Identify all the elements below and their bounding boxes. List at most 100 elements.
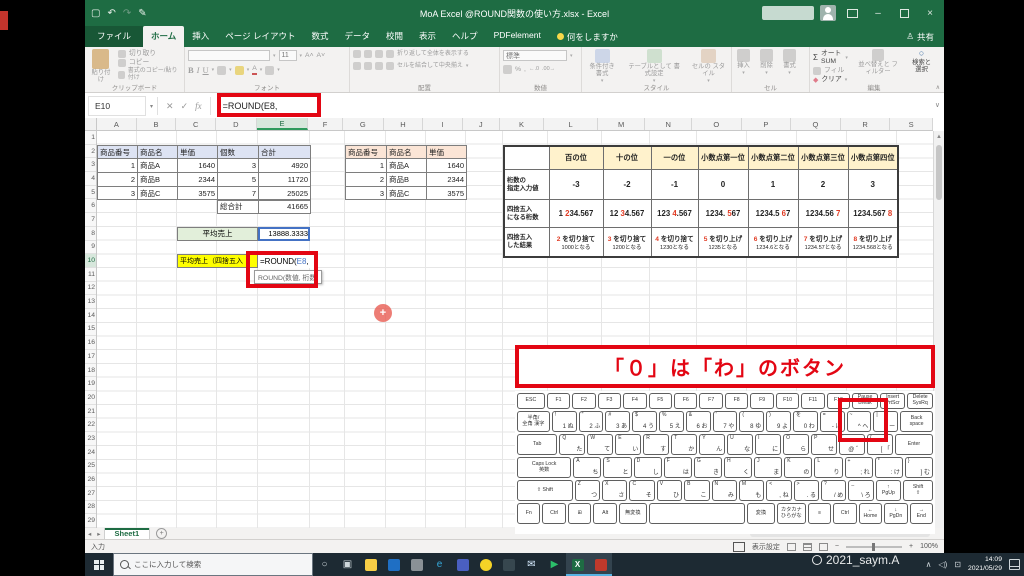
cut-button[interactable]: 切り取り — [118, 50, 181, 58]
align-center-icon[interactable] — [364, 62, 372, 70]
edge-icon[interactable]: e — [428, 553, 451, 576]
column-header-D[interactable]: D — [216, 118, 257, 130]
grow-font-icon[interactable]: A˄ — [305, 52, 314, 60]
cell-styles-button[interactable]: セルの スタイル▾ — [689, 49, 728, 84]
tab-ヘルプ[interactable]: ヘルプ — [444, 26, 486, 47]
table-row[interactable]: 1商品A164034920 — [98, 159, 311, 173]
page-layout-view-icon[interactable] — [803, 543, 812, 551]
column-header-E[interactable]: E — [257, 118, 309, 130]
recorder-app-icon[interactable] — [589, 553, 612, 576]
format-painter-button[interactable]: 書式のコピー/貼り付け — [118, 68, 181, 82]
row-header-9[interactable]: 9 — [85, 241, 96, 255]
row-header-24[interactable]: 24 — [85, 446, 96, 460]
close-button[interactable]: × — [920, 4, 940, 22]
normal-view-icon[interactable] — [787, 543, 796, 551]
tab-ホーム[interactable]: ホーム — [143, 26, 184, 47]
digit-value-cell[interactable]: -1 — [651, 170, 698, 200]
row-header-11[interactable]: 11 — [85, 268, 96, 282]
copy-button[interactable]: コピー — [118, 59, 181, 67]
row-header-17[interactable]: 17 — [85, 350, 96, 364]
tab-データ[interactable]: データ — [337, 26, 379, 47]
average-sales-label-cell[interactable]: 平均売上 — [177, 227, 258, 241]
save-icon[interactable]: ▢ — [91, 8, 100, 19]
row-header-13[interactable]: 13 — [85, 295, 96, 309]
font-name-select[interactable] — [188, 50, 270, 61]
table-header-cell[interactable]: 商品名 — [387, 145, 427, 159]
insert-cells-button[interactable]: 挿入▾ — [735, 49, 752, 76]
tab-数式[interactable]: 数式 — [303, 26, 336, 47]
tab-file[interactable]: ファイル — [85, 26, 143, 47]
round-result-cell[interactable]: 2 を切り捨て1000となる — [549, 228, 603, 257]
taskbar-clock[interactable]: 14:09 2021/05/29 — [968, 556, 1002, 573]
digit-value-cell[interactable]: 1 — [748, 170, 798, 200]
align-right-icon[interactable] — [375, 62, 383, 70]
digit-column-header[interactable]: 小数点第一位 — [698, 146, 748, 170]
percent-icon[interactable]: % — [515, 66, 521, 74]
fill-button[interactable]: フィル — [813, 67, 848, 75]
avatar[interactable] — [820, 5, 836, 21]
round-result-cell[interactable]: 4 を切り捨て1230となる — [651, 228, 698, 257]
underline-button[interactable]: U — [203, 65, 209, 75]
tab-校閲[interactable]: 校閲 — [378, 26, 411, 47]
table-row[interactable]: 2商品B2344 — [346, 173, 467, 187]
tab-挿入[interactable]: 挿入 — [184, 26, 217, 47]
font-size-select[interactable]: 11 — [279, 50, 297, 61]
find-select-button[interactable]: ○検索と 選択 — [908, 49, 935, 74]
column-header-C[interactable]: C — [176, 118, 216, 130]
tell-me-box[interactable]: 何をしますか — [549, 26, 626, 47]
row-header-4[interactable]: 4 — [85, 172, 96, 186]
store-icon[interactable] — [405, 553, 428, 576]
notification-center-icon[interactable] — [1009, 559, 1020, 570]
row-header-1[interactable]: 1 — [85, 131, 96, 145]
orientation-icon[interactable] — [386, 50, 394, 58]
align-left-icon[interactable] — [353, 62, 361, 70]
column-header-O[interactable]: O — [692, 118, 742, 130]
shrink-font-icon[interactable]: A˅ — [317, 52, 326, 60]
zoom-level[interactable]: 100% — [920, 543, 938, 550]
merge-center-button[interactable]: セルを結合して中央揃え — [397, 63, 463, 70]
table-row[interactable]: 3商品C3575 — [346, 186, 467, 200]
column-header-L[interactable]: L — [544, 118, 598, 130]
digit-value-cell[interactable]: 2 — [798, 170, 848, 200]
rounded-number-cell[interactable]: 123 4.567 — [651, 200, 698, 228]
undo-icon[interactable]: ↶ — [107, 8, 115, 19]
column-header-J[interactable]: J — [463, 118, 500, 130]
add-sheet-icon[interactable]: + — [156, 528, 167, 539]
tab-ページ レイアウト[interactable]: ページ レイアウト — [217, 26, 303, 47]
share-button[interactable]: ♙ 共有 — [896, 26, 944, 47]
phonetic-guide-icon[interactable] — [265, 66, 274, 75]
row-header-26[interactable]: 26 — [85, 473, 96, 487]
task-view-icon[interactable]: ▣ — [336, 553, 359, 576]
row-header-15[interactable]: 15 — [85, 323, 96, 337]
column-header-A[interactable]: A — [97, 118, 137, 130]
insert-function-icon[interactable]: fx — [195, 101, 202, 111]
bold-button[interactable]: B — [188, 65, 194, 75]
table-header-cell[interactable]: 商品名 — [138, 145, 178, 159]
row-header-12[interactable]: 12 — [85, 282, 96, 296]
zoom-slider-knob[interactable] — [872, 543, 875, 551]
whiteboard-icon[interactable] — [497, 553, 520, 576]
row-header-7[interactable]: 7 — [85, 213, 96, 227]
minimize-button[interactable]: – — [868, 4, 888, 22]
digit-column-header[interactable]: 十の位 — [603, 146, 651, 170]
row-header-8[interactable]: 8 — [85, 227, 96, 241]
round-result-cell[interactable]: 5 を切り上げ1235となる — [698, 228, 748, 257]
italic-button[interactable]: I — [197, 65, 200, 75]
round-result-cell[interactable]: 7 を切り上げ1234.57となる — [798, 228, 848, 257]
number-format-select[interactable]: 標準 — [503, 50, 567, 61]
format-cells-button[interactable]: 書式▾ — [781, 49, 798, 76]
row-header-28[interactable]: 28 — [85, 501, 96, 515]
round-result-cell[interactable]: 8 を切り上げ1234.568となる — [848, 228, 898, 257]
collapse-ribbon-icon[interactable]: ∧ — [936, 84, 940, 91]
row-header-6[interactable]: 6 — [85, 199, 96, 213]
sort-filter-button[interactable]: 並べ替えと フィルター — [854, 49, 902, 76]
row-header-14[interactable]: 14 — [85, 309, 96, 323]
excel-icon[interactable]: X — [566, 553, 589, 576]
table-header-cell[interactable]: 商品番号 — [98, 145, 138, 159]
zoom-in-icon[interactable]: + — [909, 543, 913, 550]
paste-button[interactable]: 貼り付け — [88, 49, 114, 84]
indent-icon[interactable] — [386, 62, 394, 70]
row-header-18[interactable]: 18 — [85, 364, 96, 378]
digit-column-header[interactable]: 小数点第二位 — [748, 146, 798, 170]
digit-value-cell[interactable]: -3 — [549, 170, 603, 200]
